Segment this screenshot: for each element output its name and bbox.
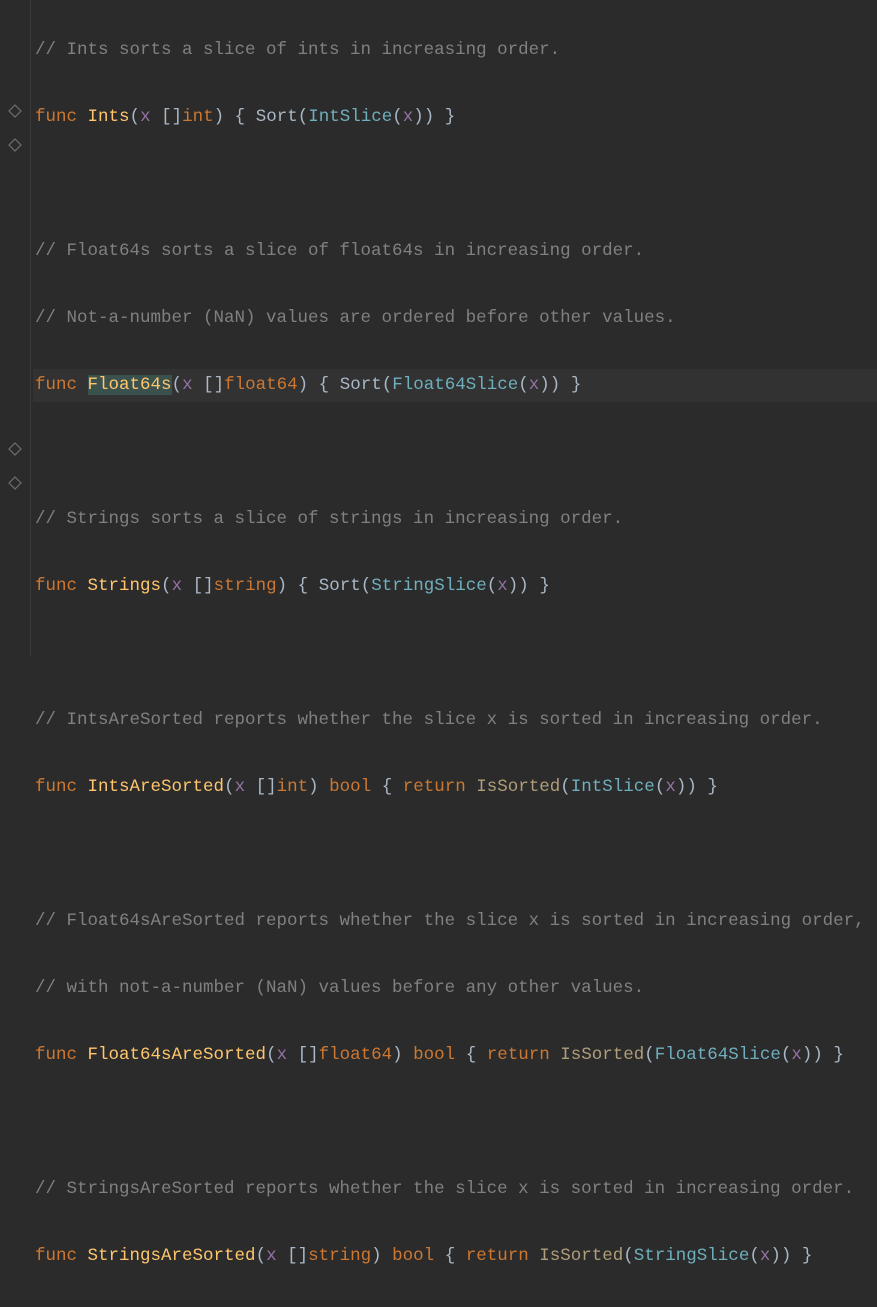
function-name: Float64s xyxy=(88,375,172,395)
comment-text: // IntsAreSorted reports whether the sli… xyxy=(35,710,823,730)
code-line[interactable]: // Float64s sorts a slice of float64s in… xyxy=(33,235,877,269)
call-name: IsSorted xyxy=(476,777,560,797)
builtin-type: string xyxy=(214,576,277,596)
fold-marker-icon[interactable] xyxy=(6,474,24,492)
code-line[interactable] xyxy=(33,168,877,202)
code-line-current[interactable]: func Float64s(x []float64) { Sort(Float6… xyxy=(33,369,877,403)
var-ref: x xyxy=(403,107,414,127)
function-name: Ints xyxy=(88,107,130,127)
var-ref: x xyxy=(497,576,508,596)
comment-text: // with not-a-number (NaN) values before… xyxy=(35,978,644,998)
function-name: Strings xyxy=(88,576,162,596)
keyword: func xyxy=(35,576,77,596)
code-line[interactable] xyxy=(33,436,877,470)
code-line[interactable]: // with not-a-number (NaN) values before… xyxy=(33,972,877,1006)
var-ref: x xyxy=(760,1246,771,1266)
code-editor[interactable]: // Ints sorts a slice of ints in increas… xyxy=(31,0,877,656)
var-ref: x xyxy=(791,1045,802,1065)
code-line[interactable]: // Ints sorts a slice of ints in increas… xyxy=(33,34,877,68)
type-ref: StringSlice xyxy=(371,576,487,596)
return-type: bool xyxy=(392,1246,434,1266)
comment-text: // Ints sorts a slice of ints in increas… xyxy=(35,40,560,60)
code-line[interactable]: // StringsAreSorted reports whether the … xyxy=(33,1173,877,1207)
fold-marker-icon[interactable] xyxy=(6,440,24,458)
code-line[interactable]: func Ints(x []int) { Sort(IntSlice(x)) } xyxy=(33,101,877,135)
fold-marker-icon[interactable] xyxy=(6,102,24,120)
keyword: func xyxy=(35,777,77,797)
code-line[interactable] xyxy=(33,1106,877,1140)
code-line[interactable]: // IntsAreSorted reports whether the sli… xyxy=(33,704,877,738)
param-name: x xyxy=(172,576,183,596)
function-name: IntsAreSorted xyxy=(88,777,225,797)
builtin-type: int xyxy=(277,777,309,797)
comment-text: // Float64s sorts a slice of float64s in… xyxy=(35,241,644,261)
comment-text: // Not-a-number (NaN) values are ordered… xyxy=(35,308,676,328)
comment-text: // Float64sAreSorted reports whether the… xyxy=(35,911,865,931)
call-name: Sort xyxy=(319,576,361,596)
code-line[interactable]: // Not-a-number (NaN) values are ordered… xyxy=(33,302,877,336)
type-ref: StringSlice xyxy=(634,1246,750,1266)
param-name: x xyxy=(140,107,151,127)
var-ref: x xyxy=(529,375,540,395)
function-name: StringsAreSorted xyxy=(88,1246,256,1266)
keyword: func xyxy=(35,375,77,395)
type-ref: IntSlice xyxy=(308,107,392,127)
param-name: x xyxy=(266,1246,277,1266)
code-line[interactable]: func StringsAreSorted(x []string) bool {… xyxy=(33,1240,877,1274)
builtin-type: float64 xyxy=(224,375,298,395)
keyword: func xyxy=(35,1246,77,1266)
builtin-type: string xyxy=(308,1246,371,1266)
builtin-type: float64 xyxy=(319,1045,393,1065)
code-line[interactable]: func Strings(x []string) { Sort(StringSl… xyxy=(33,570,877,604)
code-line[interactable]: func Float64sAreSorted(x []float64) bool… xyxy=(33,1039,877,1073)
type-ref: IntSlice xyxy=(571,777,655,797)
code-line[interactable]: func IntsAreSorted(x []int) bool { retur… xyxy=(33,771,877,805)
param-name: x xyxy=(182,375,193,395)
call-name: Sort xyxy=(256,107,298,127)
comment-text: // StringsAreSorted reports whether the … xyxy=(35,1179,854,1199)
builtin-type: int xyxy=(182,107,214,127)
param-name: x xyxy=(235,777,246,797)
return-type: bool xyxy=(413,1045,455,1065)
code-line[interactable] xyxy=(33,838,877,872)
param-name: x xyxy=(277,1045,288,1065)
comment-text: // Strings sorts a slice of strings in i… xyxy=(35,509,623,529)
keyword: func xyxy=(35,107,77,127)
keyword-return: return xyxy=(466,1246,529,1266)
keyword-return: return xyxy=(487,1045,550,1065)
var-ref: x xyxy=(665,777,676,797)
keyword: func xyxy=(35,1045,77,1065)
code-line[interactable]: // Strings sorts a slice of strings in i… xyxy=(33,503,877,537)
keyword-return: return xyxy=(403,777,466,797)
editor-gutter xyxy=(0,0,31,656)
call-name: IsSorted xyxy=(539,1246,623,1266)
function-name: Float64sAreSorted xyxy=(88,1045,267,1065)
code-line[interactable]: // Float64sAreSorted reports whether the… xyxy=(33,905,877,939)
fold-marker-icon[interactable] xyxy=(6,136,24,154)
type-ref: Float64Slice xyxy=(655,1045,781,1065)
return-type: bool xyxy=(329,777,371,797)
call-name: Sort xyxy=(340,375,382,395)
code-line[interactable] xyxy=(33,637,877,671)
type-ref: Float64Slice xyxy=(392,375,518,395)
call-name: IsSorted xyxy=(560,1045,644,1065)
